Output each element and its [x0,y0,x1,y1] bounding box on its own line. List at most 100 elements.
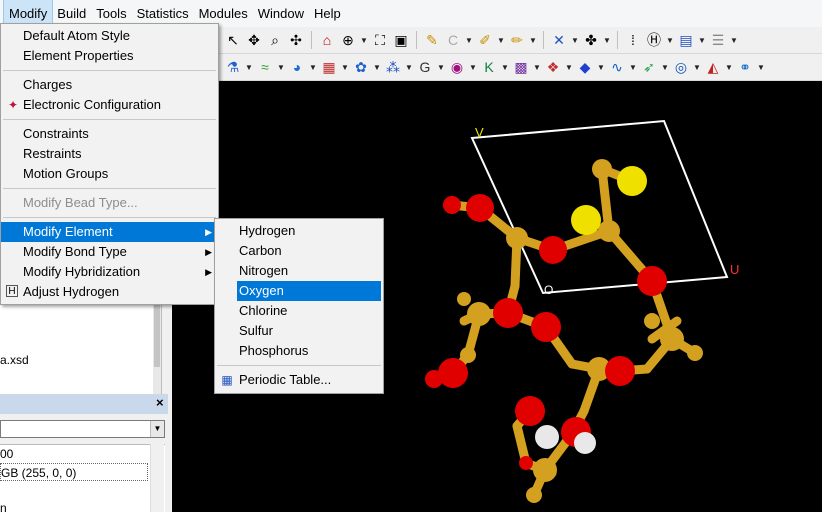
submenu-item-hydrogen[interactable]: Hydrogen [215,221,383,241]
menu-window[interactable]: Window [253,0,309,27]
module-dmol-icon[interactable]: ✿ [352,58,370,76]
carbon-atom [506,227,528,249]
project-file-item[interactable]: a.xsd [0,353,29,367]
property-row[interactable] [0,481,165,499]
zoom-icon[interactable]: ⌕ [266,31,284,49]
menu-item-element-properties[interactable]: Element Properties [1,46,218,66]
chevron-down-icon[interactable]: ▼ [150,421,164,437]
submenu-item-carbon[interactable]: Carbon [215,241,383,261]
sketch-fragment-icon[interactable]: ✐ [476,31,494,49]
submenu-item-phosphorus[interactable]: Phosphorus [215,341,383,361]
menu-item-adjust-hydrogen[interactable]: H Adjust Hydrogen [1,282,218,302]
grid-icon[interactable]: ⁞ [624,31,642,49]
menu-separator [215,361,383,370]
menu-item-modify-element[interactable]: Modify Element ▶ [1,222,218,242]
chevron-down-icon[interactable]: ▼ [360,36,368,45]
chevron-down-icon[interactable]: ▼ [469,63,477,72]
chevron-down-icon[interactable]: ▼ [597,63,605,72]
chevron-down-icon[interactable]: ▼ [465,36,473,45]
ruler-icon[interactable]: ▤ [677,31,695,49]
submenu-item-periodic-table[interactable]: ▦ Periodic Table... [215,370,383,390]
chevron-down-icon[interactable]: ▼ [245,63,253,72]
sketch-pencil-icon[interactable]: ✎ [423,31,441,49]
chevron-down-icon[interactable]: ▼ [725,63,733,72]
chevron-down-icon[interactable]: ▼ [565,63,573,72]
hydrogen-icon[interactable]: Ⓗ [645,31,663,49]
property-row[interactable]: n [0,499,165,512]
property-row[interactable]: 00 [0,445,165,463]
properties-scrollbar[interactable] [150,444,164,512]
module-qmera-icon[interactable]: ◆ [576,58,594,76]
sketch-ring-icon[interactable]: C [444,31,462,49]
menu-item-default-atom-style[interactable]: Default Atom Style [1,26,218,46]
oxygen-atom [519,456,533,470]
hydrogen-atom [535,425,559,449]
toolbar-modules: ⚗ ▼ ≈ ▼ ◕ ▼ ▦ ▼ ✿ ▼ ⁂ ▼ G ▼ ◉ ▼ K ▼ ▩ ▼ … [218,54,822,81]
menu-item-modify-bond-type[interactable]: Modify Bond Type ▶ [1,242,218,262]
menu-item-motion-groups[interactable]: Motion Groups [1,164,218,184]
chevron-down-icon[interactable]: ▼ [757,63,765,72]
chevron-down-icon[interactable]: ▼ [501,63,509,72]
chevron-down-icon[interactable]: ▼ [497,36,505,45]
module-castep-icon[interactable]: ◕ [288,58,306,76]
fit-view-icon[interactable]: ⛶ [371,31,389,49]
module-wave-icon[interactable]: ≈ [256,58,274,76]
chevron-down-icon[interactable]: ▼ [666,36,674,45]
module-dpd-icon[interactable]: ⁂ [384,58,402,76]
module-morphology-icon[interactable]: ❖ [544,58,562,76]
module-reflex-icon[interactable]: ∿ [608,58,626,76]
menu-item-modify-hybridization[interactable]: Modify Hybridization ▶ [1,262,218,282]
module-gulp-icon[interactable]: G [416,58,434,76]
explorer-scrollbar[interactable] [153,297,161,397]
menu-item-constraints[interactable]: Constraints [1,124,218,144]
symmetry-icon[interactable]: ✤ [582,31,600,49]
menu-item-label: Modify Element [23,224,113,239]
submenu-item-sulfur[interactable]: Sulfur [215,321,383,341]
module-conformers-icon[interactable]: ▦ [320,58,338,76]
chevron-down-icon[interactable]: ▼ [661,63,669,72]
module-kinetix-icon[interactable]: K [480,58,498,76]
chevron-down-icon[interactable]: ▼ [533,63,541,72]
chevron-down-icon[interactable]: ▼ [277,63,285,72]
chevron-down-icon[interactable]: ▼ [309,63,317,72]
chevron-down-icon[interactable]: ▼ [529,36,537,45]
menu-item-restraints[interactable]: Restraints [1,144,218,164]
submenu-item-nitrogen[interactable]: Nitrogen [215,261,383,281]
module-sorption-icon[interactable]: ➶ [640,58,658,76]
module-vamp-icon[interactable]: ◎ [672,58,690,76]
chevron-down-icon[interactable]: ▼ [693,63,701,72]
properties-filter-combo[interactable]: ▼ [0,420,165,438]
menu-item-electronic-configuration[interactable]: ✦ Electronic Configuration [1,95,218,115]
align-icon[interactable]: ☰ [709,31,727,49]
chevron-down-icon[interactable]: ▼ [603,36,611,45]
menu-separator [1,213,218,222]
menu-separator [1,115,218,124]
chevron-down-icon[interactable]: ▼ [341,63,349,72]
module-chart-icon[interactable]: ◭ [704,58,722,76]
close-icon[interactable]: × [156,395,164,410]
bond-calc-icon[interactable]: ✕ [550,31,568,49]
home-icon[interactable]: ⌂ [318,31,336,49]
screenshot-icon[interactable]: ▣ [392,31,410,49]
select-arrow-icon[interactable]: ↖ [224,31,242,49]
chevron-down-icon[interactable]: ▼ [629,63,637,72]
module-amorphous-icon[interactable]: ⚗ [224,58,242,76]
rotate-icon[interactable]: ✥ [245,31,263,49]
chevron-down-icon[interactable]: ▼ [373,63,381,72]
chevron-down-icon[interactable]: ▼ [437,63,445,72]
module-synthia-icon[interactable]: ⚭ [736,58,754,76]
module-mesodyn-icon[interactable]: ▩ [512,58,530,76]
chevron-down-icon[interactable]: ▼ [730,36,738,45]
property-row-color[interactable]: GB (255, 0, 0) [0,463,148,481]
menu-item-charges[interactable]: Charges [1,75,218,95]
center-view-icon[interactable]: ⊕ [339,31,357,49]
chevron-down-icon[interactable]: ▼ [698,36,706,45]
submenu-item-oxygen[interactable]: Oxygen [237,281,381,301]
submenu-item-chlorine[interactable]: Chlorine [215,301,383,321]
chevron-down-icon[interactable]: ▼ [571,36,579,45]
module-forcite-icon[interactable]: ◉ [448,58,466,76]
translate-icon[interactable]: ✣ [287,31,305,49]
erase-icon[interactable]: ✏ [508,31,526,49]
chevron-down-icon[interactable]: ▼ [405,63,413,72]
menu-help[interactable]: Help [309,0,346,27]
